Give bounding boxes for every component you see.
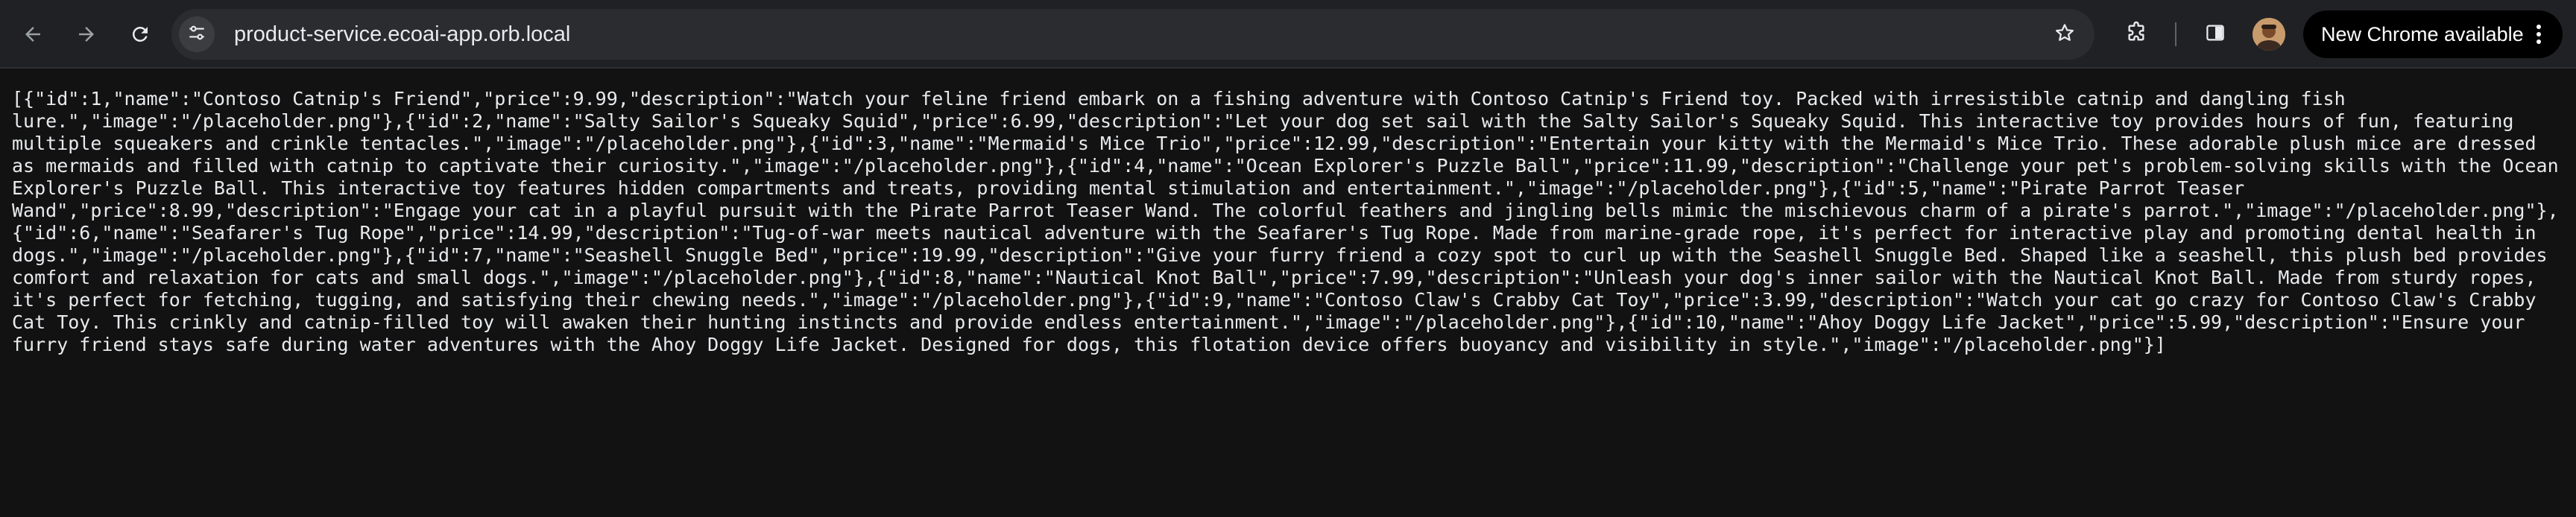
address-bar[interactable]: product-service.ecoai-app.orb.local <box>171 9 2094 60</box>
arrow-left-icon <box>22 23 44 45</box>
browser-toolbar: product-service.ecoai-app.orb.local New … <box>0 0 2576 69</box>
url-text[interactable]: product-service.ecoai-app.orb.local <box>234 9 570 60</box>
site-info-button[interactable] <box>179 16 215 52</box>
page-content: [{"id":1,"name":"Contoso Catnip's Friend… <box>0 69 2576 517</box>
reload-button[interactable] <box>122 16 158 52</box>
new-chrome-available-button[interactable]: New Chrome available <box>2303 10 2563 58</box>
arrow-right-icon <box>75 23 98 45</box>
avatar[interactable] <box>2253 18 2285 51</box>
star-icon <box>2053 22 2076 48</box>
tune-icon <box>187 23 206 46</box>
bookmark-button[interactable] <box>2050 19 2080 49</box>
extensions-button[interactable] <box>2118 16 2154 52</box>
toolbar-divider <box>2175 22 2176 46</box>
side-panel-icon <box>2204 22 2226 48</box>
json-response-text: [{"id":1,"name":"Contoso Catnip's Friend… <box>12 88 2570 355</box>
reload-icon <box>129 23 151 45</box>
forward-button[interactable] <box>69 16 104 52</box>
update-label: New Chrome available <box>2321 22 2524 45</box>
side-panel-button[interactable] <box>2197 16 2233 52</box>
back-button[interactable] <box>15 16 51 52</box>
puzzle-icon <box>2124 21 2148 48</box>
kebab-menu-icon[interactable] <box>2525 21 2552 48</box>
